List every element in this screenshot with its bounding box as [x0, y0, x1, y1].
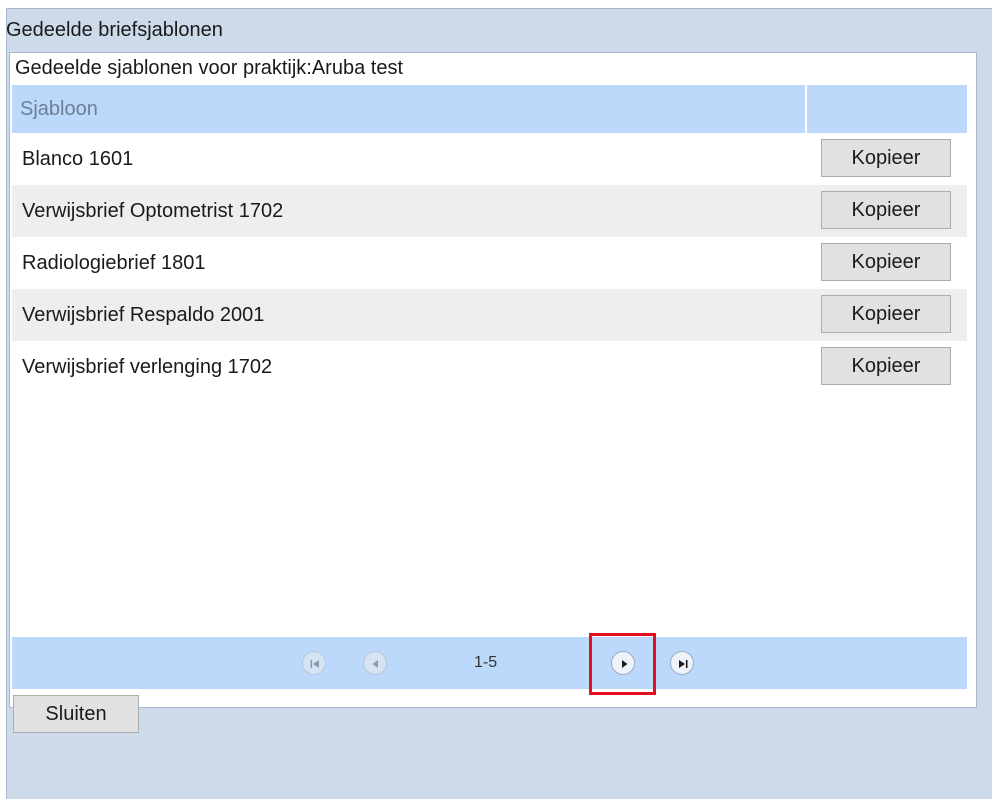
table-row: Verwijsbrief Respaldo 2001 Kopieer	[12, 289, 967, 341]
last-page-icon[interactable]	[670, 651, 694, 675]
template-name: Blanco 1601	[22, 148, 134, 170]
grid-header: Sjabloon	[12, 85, 967, 133]
table-row: Blanco 1601 Kopieer	[12, 133, 967, 185]
page-range: 1-5	[474, 654, 498, 671]
table-row: Verwijsbrief verlenging 1702 Kopieer	[12, 341, 967, 393]
copy-button[interactable]: Kopieer	[821, 295, 951, 333]
copy-button[interactable]: Kopieer	[821, 243, 951, 281]
table-row: Verwijsbrief Optometrist 1702 Kopieer	[12, 185, 967, 237]
column-header-sjabloon[interactable]: Sjabloon	[20, 85, 98, 133]
dialog-panel: Gedeelde sjablonen voor praktijk:Aruba t…	[9, 52, 977, 733]
copy-button[interactable]: Kopieer	[821, 191, 951, 229]
copy-button[interactable]: Kopieer	[821, 347, 951, 385]
first-page-icon[interactable]	[302, 651, 326, 675]
pager-bar: 1-5	[12, 633, 967, 695]
template-name: Radiologiebrief 1801	[22, 252, 206, 274]
template-name: Verwijsbrief Optometrist 1702	[22, 200, 284, 222]
templates-grid: Sjabloon Blanco 1601 Kopieer Verwijsbrie…	[12, 85, 967, 393]
next-page-icon[interactable]	[611, 651, 635, 675]
prev-page-icon[interactable]	[363, 651, 387, 675]
dialog-title: Gedeelde briefsjablonen	[6, 19, 223, 41]
copy-button[interactable]: Kopieer	[821, 139, 951, 177]
template-name: Verwijsbrief Respaldo 2001	[22, 304, 265, 326]
template-name: Verwijsbrief verlenging 1702	[22, 356, 273, 378]
close-button[interactable]: Sluiten	[13, 695, 139, 733]
column-separator	[805, 85, 807, 133]
table-row: Radiologiebrief 1801 Kopieer	[12, 237, 967, 289]
practice-subtitle: Gedeelde sjablonen voor praktijk:Aruba t…	[15, 57, 404, 79]
